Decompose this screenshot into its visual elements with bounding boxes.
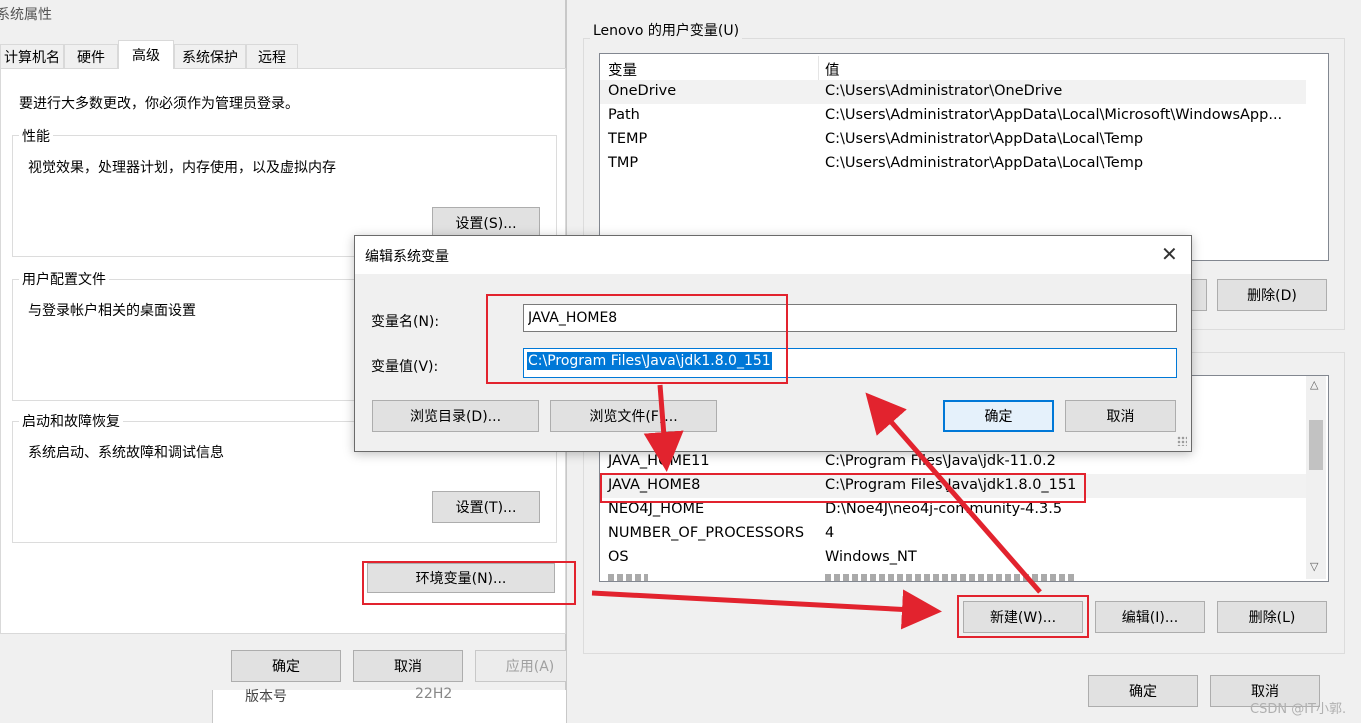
arrow-new-to-dialog <box>865 392 1042 594</box>
annotation-arrows <box>591 384 1042 630</box>
arrow-to-new-button <box>591 589 942 630</box>
tab-advanced[interactable]: 高级 <box>118 40 174 69</box>
watermark: CSDN @IT小郭. <box>1250 702 1347 717</box>
arrow-dialog-to-row <box>643 384 684 472</box>
